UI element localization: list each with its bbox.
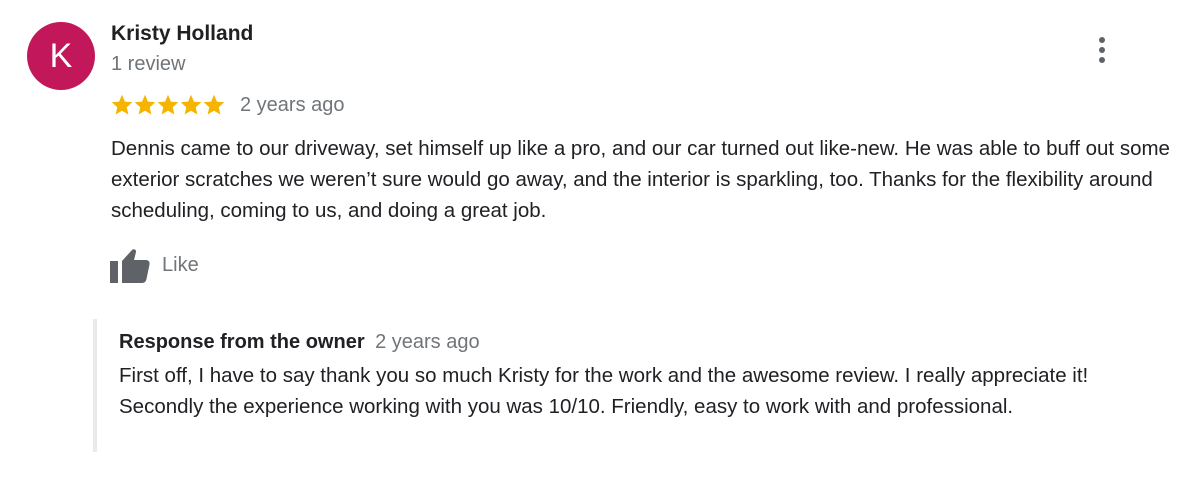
avatar[interactable]: K — [27, 22, 95, 90]
rating-row: 2 years ago — [110, 92, 345, 118]
owner-response-header: Response from the owner 2 years ago — [119, 331, 480, 354]
star-icon — [156, 93, 180, 117]
star-icon — [179, 93, 203, 117]
owner-response: Response from the owner 2 years ago Firs… — [93, 319, 1143, 452]
like-button[interactable]: Like — [110, 247, 199, 283]
owner-response-title: Response from the owner — [119, 331, 365, 353]
like-label: Like — [162, 253, 199, 276]
star-icon — [133, 93, 157, 117]
star-icon — [202, 93, 226, 117]
star-icon — [110, 93, 134, 117]
review-date: 2 years ago — [240, 93, 345, 116]
more-vert-icon — [1099, 37, 1105, 63]
review-card: K Kristy Holland 1 review 2 years ago De… — [0, 0, 1200, 494]
review-text: Dennis came to our driveway, set himself… — [111, 137, 1170, 222]
author-name[interactable]: Kristy Holland — [111, 22, 253, 46]
owner-response-text: First off, I have to say thank you so mu… — [119, 364, 1089, 418]
author-review-count: 1 review — [111, 53, 186, 75]
owner-response-date: 2 years ago — [375, 331, 480, 353]
star-rating — [110, 93, 225, 117]
more-options-button[interactable] — [1088, 34, 1116, 66]
thumbs-up-icon — [110, 247, 150, 283]
